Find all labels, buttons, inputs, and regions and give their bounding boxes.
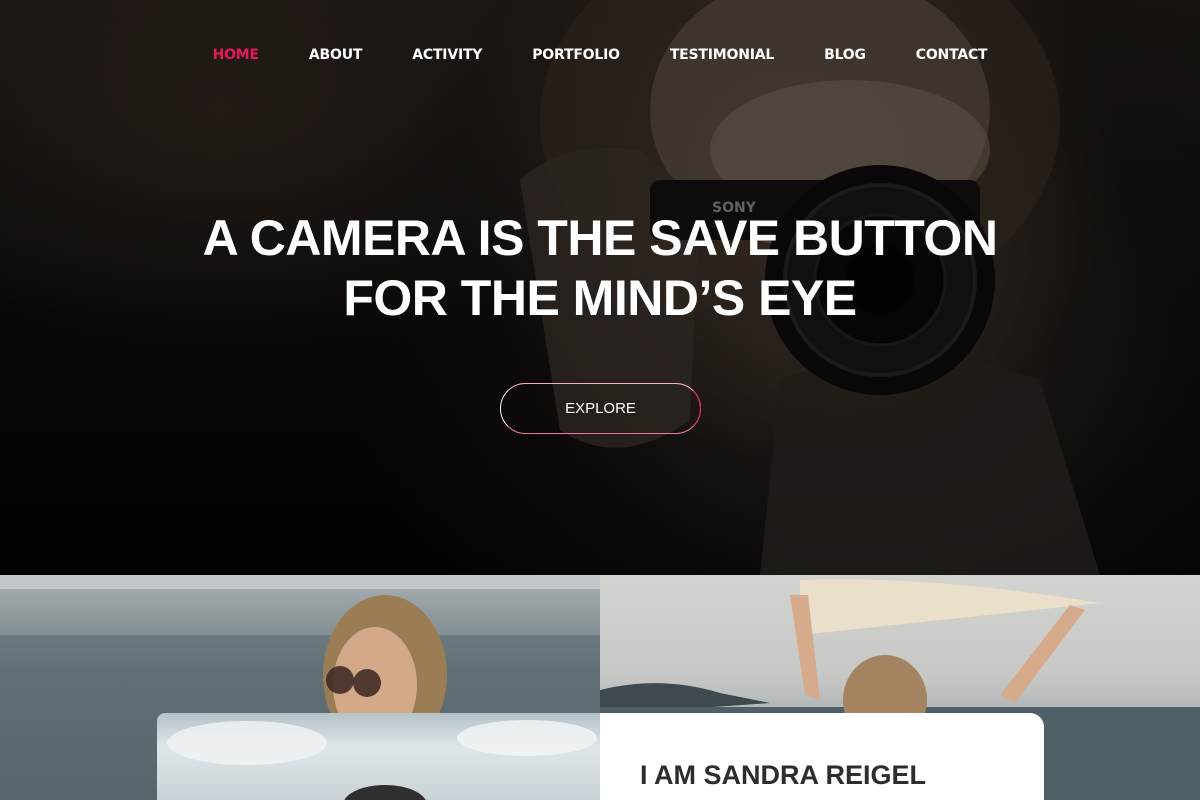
about-title: I AM SANDRA REIGEL: [640, 760, 927, 790]
hero-title: A CAMERA IS THE SAVE BUTTON FOR THE MIND…: [100, 208, 1100, 328]
explore-button[interactable]: EXPLORE: [500, 383, 701, 434]
about-card: I AM SANDRA REIGEL: [600, 713, 1044, 800]
nav-item-contact[interactable]: CONTACT: [916, 44, 988, 68]
main-nav: HOME ABOUT ACTIVITY PORTFOLIO TESTIMONIA…: [0, 44, 1200, 68]
hero-title-line-1: A CAMERA IS THE SAVE BUTTON: [202, 210, 998, 266]
nav-item-testimonial[interactable]: TESTIMONIAL: [670, 44, 774, 68]
nav-item-home[interactable]: HOME: [213, 44, 260, 68]
nav-item-blog[interactable]: BLOG: [824, 44, 866, 68]
about-photo-inset: [157, 713, 600, 800]
nav-item-activity[interactable]: ACTIVITY: [412, 44, 482, 68]
hero-title-line-2: FOR THE MIND’S EYE: [343, 270, 857, 326]
hero-section: SONY HOME ABOUT ACTIVITY PORTFOLIO TESTI…: [0, 0, 1200, 575]
explore-button-label: EXPLORE: [565, 400, 636, 417]
about-photo-inset-image: [167, 720, 597, 800]
nav-item-about[interactable]: ABOUT: [309, 44, 363, 68]
nav-item-portfolio[interactable]: PORTFOLIO: [532, 44, 620, 68]
